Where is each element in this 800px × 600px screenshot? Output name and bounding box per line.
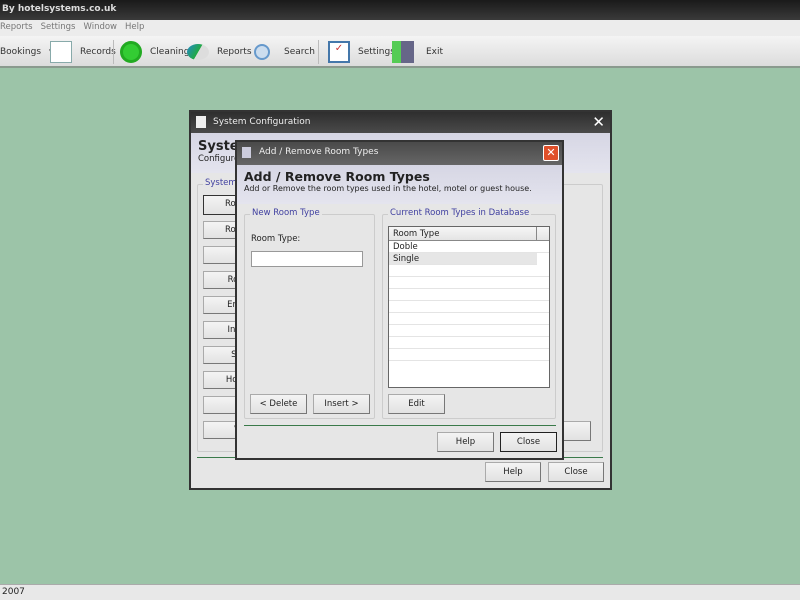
column-header-room-type[interactable]: Room Type	[389, 227, 549, 241]
magnifier-icon	[254, 44, 270, 60]
exit-door-icon	[392, 41, 414, 63]
dialog-title-bar[interactable]: Add / Remove Room Types ✕	[237, 142, 562, 165]
room-type-label: Room Type:	[251, 234, 301, 244]
toolbar: Bookings▾ Records Cleaning Reports Searc…	[0, 36, 800, 68]
settings-label: Settings	[358, 47, 395, 57]
menu-window[interactable]: Window	[83, 22, 117, 32]
settings-button[interactable]: ✓ Settings	[328, 40, 395, 64]
insert-button[interactable]: Insert >	[313, 394, 370, 414]
records-button[interactable]: Records	[50, 40, 116, 64]
bookings-button[interactable]: Bookings▾	[0, 40, 54, 64]
menu-bar: Reports Settings Window Help	[0, 20, 800, 36]
new-room-type-group: New Room Type	[244, 208, 375, 419]
table-row[interactable]: Doble	[389, 241, 549, 253]
sysconfig-close-button[interactable]: Close	[548, 462, 604, 482]
reports-button[interactable]: Reports	[187, 40, 252, 64]
reports-label: Reports	[217, 47, 252, 57]
menu-settings[interactable]: Settings	[41, 22, 76, 32]
new-room-type-label: New Room Type	[250, 208, 322, 218]
column-header-label: Room Type	[393, 229, 440, 239]
dialog-title: Add / Remove Room Types	[259, 147, 379, 157]
checklist-icon: ✓	[328, 41, 350, 63]
bookings-label: Bookings	[0, 47, 42, 57]
app-title: By hotelsystems.co.uk	[2, 4, 117, 14]
sysconfig-help-button[interactable]: Help	[485, 462, 541, 482]
row-value: Doble	[393, 242, 418, 252]
toolbar-divider	[318, 40, 319, 64]
cleaning-label: Cleaning	[150, 47, 190, 57]
settings-app-icon	[196, 116, 206, 128]
row-value: Single	[393, 254, 420, 264]
current-room-types-label: Current Room Types in Database	[388, 208, 532, 218]
sysconfig-title-bar[interactable]: System Configuration ✕	[191, 112, 610, 133]
menu-help[interactable]: Help	[125, 22, 144, 32]
recycle-icon	[120, 41, 142, 63]
dialog-heading: Add / Remove Room Types	[244, 169, 430, 184]
status-text: 2007	[2, 587, 25, 597]
exit-button[interactable]: Exit	[392, 40, 443, 64]
sysconfig-title: System Configuration	[213, 117, 311, 127]
search-button[interactable]: Search	[254, 40, 315, 64]
delete-button[interactable]: < Delete	[250, 394, 307, 414]
table-row[interactable]: Single	[389, 253, 537, 265]
status-bar: 2007	[0, 584, 800, 600]
dialog-close-button[interactable]: Close	[500, 432, 557, 452]
cleaning-button[interactable]: Cleaning	[120, 40, 189, 64]
room-type-input[interactable]	[251, 251, 363, 267]
app-title-bar: By hotelsystems.co.uk	[0, 0, 800, 20]
records-label: Records	[80, 47, 116, 57]
dialog-help-button[interactable]: Help	[437, 432, 494, 452]
records-search-icon	[50, 41, 72, 63]
search-label: Search	[284, 47, 315, 57]
close-icon[interactable]: ✕	[543, 145, 559, 161]
edit-button[interactable]: Edit	[388, 394, 445, 414]
exit-label: Exit	[426, 47, 444, 57]
toolbar-divider	[113, 40, 114, 64]
separator	[244, 425, 556, 426]
dialog-app-icon	[242, 147, 251, 158]
menu-reports[interactable]: Reports	[0, 22, 33, 32]
pie-chart-icon	[187, 44, 209, 60]
room-types-table[interactable]: Room Type Doble Single	[388, 226, 550, 388]
dialog-subheading: Add or Remove the room types used in the…	[244, 184, 532, 193]
system-group-label: System	[203, 178, 239, 188]
close-icon[interactable]: ✕	[592, 113, 605, 131]
